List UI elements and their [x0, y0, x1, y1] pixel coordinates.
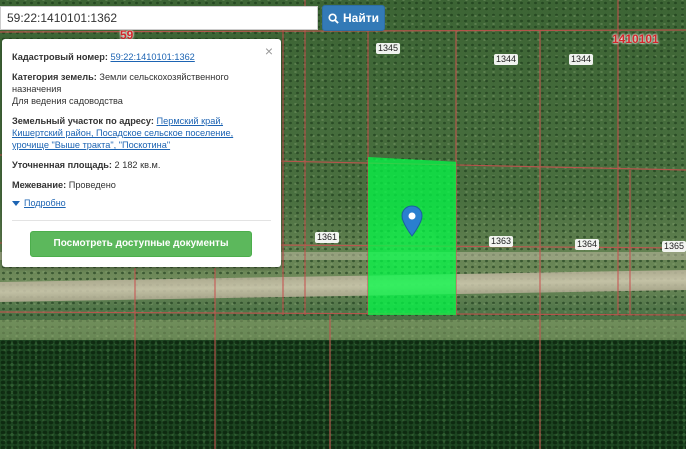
triangle-down-icon — [12, 200, 20, 206]
details-toggle[interactable]: Подробно — [12, 197, 271, 209]
parcel-label: 1361 — [315, 232, 340, 243]
category-row: Категория земель: Земли сельскохозяйстве… — [12, 71, 271, 107]
view-documents-button[interactable]: Посмотреть доступные документы — [30, 231, 252, 257]
parcel-info-popup: × Кадастровый номер: 59:22:1410101:1362 … — [2, 39, 281, 267]
survey-row: Межевание: Проведено — [12, 179, 271, 191]
parcel-label: 1364 — [575, 239, 600, 250]
parcel-label: 1345 — [376, 43, 401, 54]
divider — [12, 220, 271, 221]
cadastral-label: Кадастровый номер: — [12, 52, 108, 62]
usage-value: Для ведения садоводства — [12, 96, 123, 106]
area-row: Уточненная площадь: 2 182 кв.м. — [12, 159, 271, 171]
search-icon — [328, 12, 339, 24]
map-pin-icon[interactable] — [401, 205, 423, 237]
cadastral-row: Кадастровый номер: 59:22:1410101:1362 — [12, 51, 271, 63]
area-value: 2 182 кв.м. — [114, 160, 161, 170]
category-label: Категория земель: — [12, 72, 97, 82]
cadastral-link[interactable]: 59:22:1410101:1362 — [110, 52, 194, 62]
search-input[interactable]: 59:22:1410101:1362 — [0, 6, 318, 30]
parcel-label: 1365 — [662, 241, 686, 252]
area-label: Уточненная площадь: — [12, 160, 112, 170]
parcel-label: 1344 — [569, 54, 594, 65]
address-row: Земельный участок по адресу: Пермский кр… — [12, 115, 271, 151]
survey-label: Межевание: — [12, 180, 67, 190]
block-number-label: 1410101 — [612, 32, 659, 46]
parcel-label: 1363 — [489, 236, 514, 247]
address-label: Земельный участок по адресу: — [12, 116, 154, 126]
close-icon[interactable]: × — [265, 44, 273, 58]
search-button-label: Найти — [343, 11, 379, 25]
parcel-label: 1344 — [494, 54, 519, 65]
survey-value: Проведено — [68, 180, 116, 190]
details-label: Подробно — [24, 198, 66, 208]
search-button[interactable]: Найти — [322, 5, 385, 31]
